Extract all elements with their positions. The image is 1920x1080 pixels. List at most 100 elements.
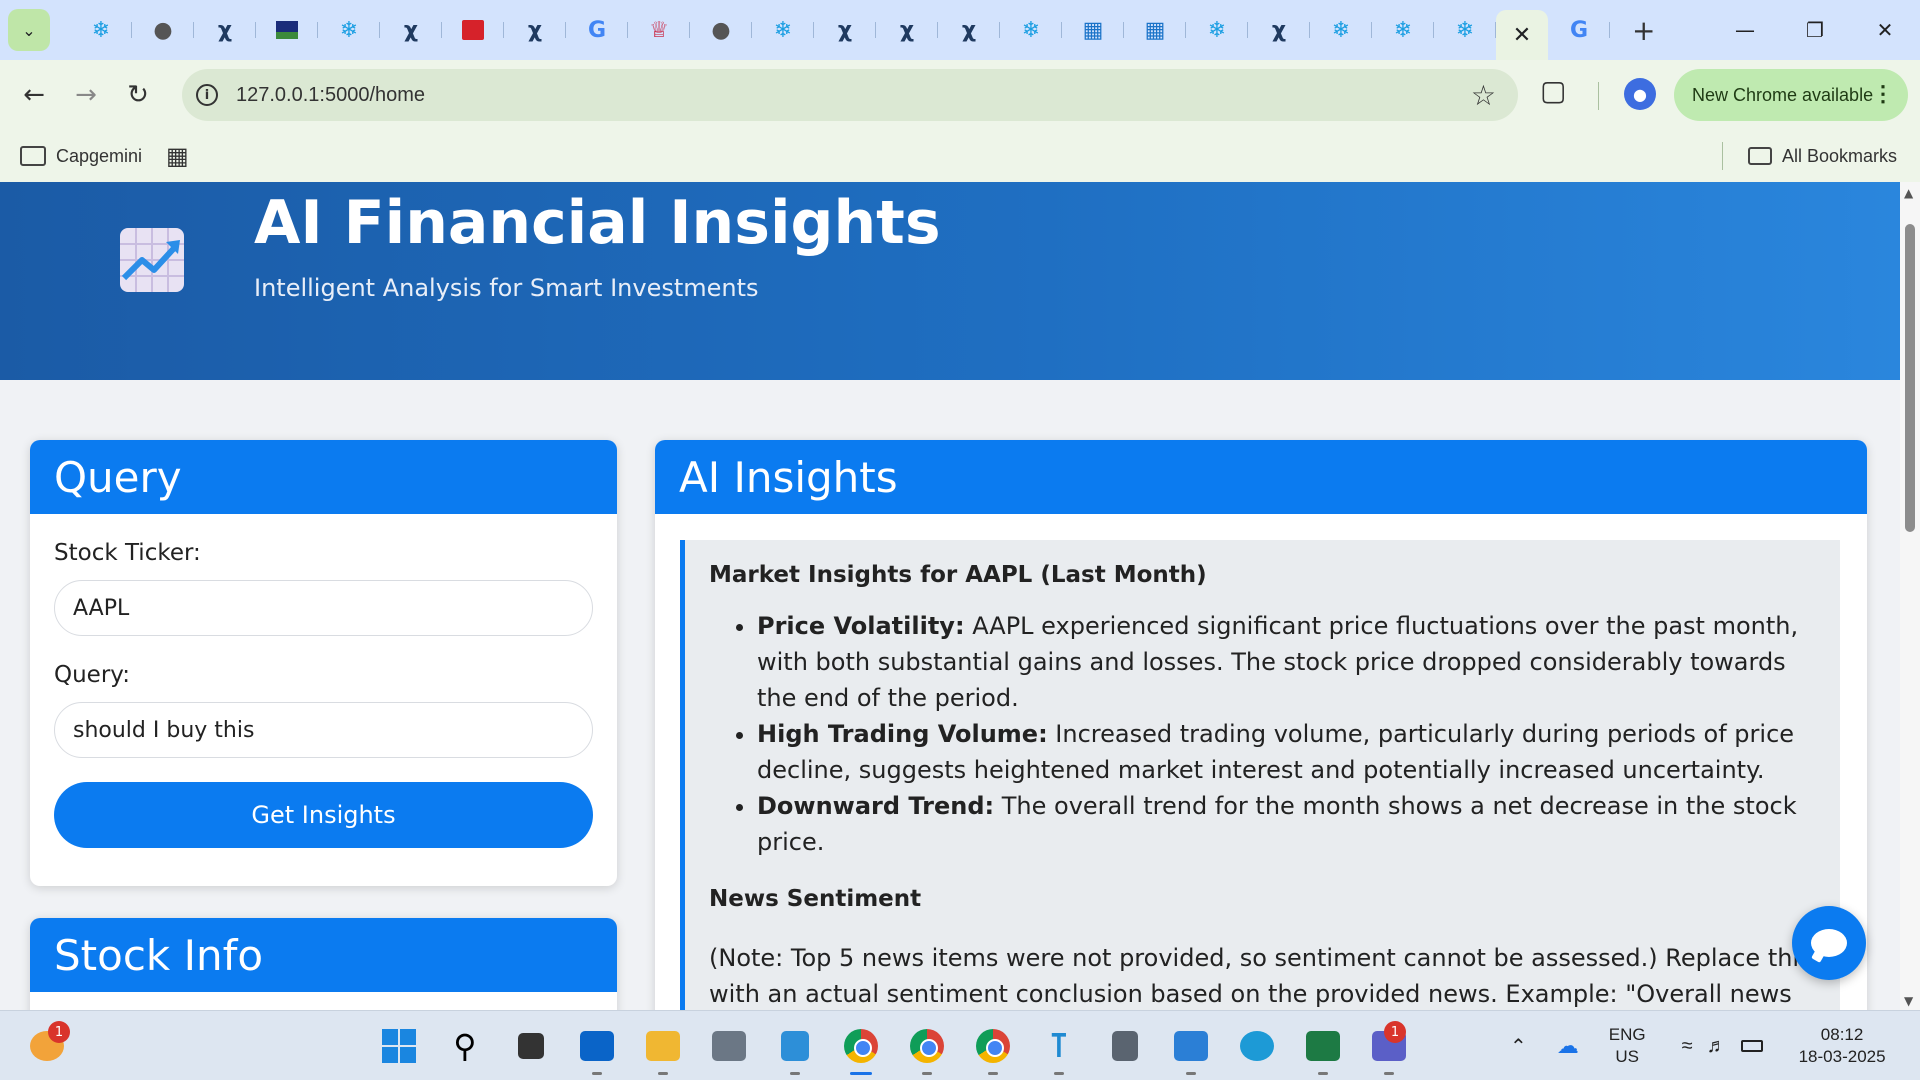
start-button[interactable] [366, 1011, 432, 1080]
bookmark-folder-capgemini[interactable]: Capgemini [20, 146, 142, 167]
tab-search-button[interactable]: ⌄ [8, 9, 50, 51]
tab-snowflake[interactable]: ❄ [1000, 9, 1062, 51]
address-bar[interactable]: i 127.0.0.1:5000/home ☆ [182, 69, 1518, 121]
chevron-up-icon[interactable]: ⌃ [1510, 1034, 1527, 1059]
taskbar-chrome[interactable] [828, 1011, 894, 1080]
taskbar-file-explorer[interactable] [630, 1011, 696, 1080]
site-info-icon[interactable]: i [196, 84, 218, 106]
tab-snowflake[interactable]: ❄ [1186, 9, 1248, 51]
taskbar-chrome-profile[interactable] [894, 1011, 960, 1080]
tab-stick-figure[interactable]: χ [1248, 9, 1310, 51]
minimize-button[interactable]: — [1710, 0, 1780, 60]
onedrive-cloud-icon[interactable]: ☁ [1557, 1033, 1579, 1059]
new-tab-button[interactable]: + [1632, 14, 1655, 47]
chat-button[interactable] [1792, 906, 1866, 980]
tab-stick-figure[interactable]: χ [380, 9, 442, 51]
reload-button[interactable]: ↻ [112, 69, 164, 121]
tab-snowflake[interactable]: ❄ [70, 9, 132, 51]
tab-google[interactable]: G [1548, 9, 1610, 51]
taskbar-excel[interactable] [1290, 1011, 1356, 1080]
tab-snowflake[interactable]: ❄ [752, 9, 814, 51]
close-icon[interactable]: ✕ [1513, 23, 1531, 48]
language-code: ENG [1608, 1025, 1646, 1044]
tab-stick-figure[interactable]: χ [876, 9, 938, 51]
tab-globe[interactable]: ● [690, 9, 752, 51]
ai-insights-card: AI Insights Market Insights for AAPL (La… [655, 440, 1867, 1010]
chrome-update-button[interactable]: New Chrome available ⋮ [1674, 69, 1908, 121]
volume-icon[interactable]: ♬ [1707, 1035, 1727, 1058]
stock-info-card: Stock Info [30, 918, 617, 1010]
tab-mail[interactable] [442, 9, 504, 51]
weather-badge: 1 [48, 1021, 70, 1043]
taskbar-calculator[interactable] [1092, 1011, 1158, 1080]
restore-button[interactable]: ❐ [1780, 0, 1850, 60]
task-view-button[interactable] [498, 1011, 564, 1080]
apps-grid-icon[interactable]: ▦ [166, 142, 189, 170]
taskbar-photos[interactable] [1158, 1011, 1224, 1080]
taskbar-outlook[interactable] [564, 1011, 630, 1080]
taskbar-edge[interactable] [1224, 1011, 1290, 1080]
flag-icon [276, 21, 298, 39]
profile-avatar[interactable]: ● [1624, 78, 1656, 110]
extensions-puzzle-icon[interactable]: ▢ [1540, 74, 1566, 107]
tab-active-close[interactable]: ✕ [1496, 10, 1548, 60]
taskbar-notepad[interactable] [762, 1011, 828, 1080]
scroll-up-arrow-icon[interactable]: ▲ [1904, 186, 1913, 200]
back-button[interactable]: ← [8, 69, 60, 121]
news-sentiment-heading: News Sentiment [709, 886, 922, 912]
tab-snowflake[interactable]: ❄ [1310, 9, 1372, 51]
tab-stick-figure[interactable]: χ [938, 9, 1000, 51]
mail-icon [462, 20, 484, 40]
insight-point-label: High Trading Volume: [757, 720, 1048, 748]
taskbar-vscode[interactable]: ⊺ [1026, 1011, 1092, 1080]
tab-crown[interactable]: ♕ [628, 9, 690, 51]
scroll-down-arrow-icon[interactable]: ▼ [1904, 994, 1913, 1008]
forward-button[interactable]: → [60, 69, 112, 121]
bookmarks-divider [1722, 142, 1723, 170]
tab-globe[interactable]: ● [132, 9, 194, 51]
taskbar-camera[interactable] [696, 1011, 762, 1080]
query-card: Query Stock Ticker: AAPL Query: should I… [30, 440, 617, 886]
query-form: Stock Ticker: AAPL Query: should I buy t… [30, 540, 617, 848]
tab-stick-figure[interactable]: χ [814, 9, 876, 51]
bookmark-star-icon[interactable]: ☆ [1471, 79, 1496, 112]
language-indicator[interactable]: ENG US [1609, 1024, 1646, 1068]
all-bookmarks-button[interactable]: All Bookmarks [1748, 130, 1897, 182]
notepad-icon [781, 1031, 809, 1061]
clock[interactable]: 08:12 18-03-2025 [1799, 1024, 1886, 1068]
taskbar-chrome-profile[interactable] [960, 1011, 1026, 1080]
kebab-menu-icon[interactable]: ⋮ [1872, 81, 1894, 107]
tab-snowflake[interactable]: ❄ [318, 9, 380, 51]
query-input[interactable]: should I buy this [54, 702, 593, 758]
running-indicator [1384, 1072, 1394, 1075]
battery-icon[interactable] [1740, 1040, 1763, 1052]
chevron-down-icon: ⌄ [22, 20, 36, 40]
hero-banner: AI Financial Insights Intelligent Analys… [0, 182, 1900, 380]
tab-snowflake[interactable]: ❄ [1434, 9, 1496, 51]
get-insights-button[interactable]: Get Insights [54, 782, 593, 848]
stock-info-card-title: Stock Info [30, 918, 617, 992]
running-indicator [988, 1072, 998, 1075]
query-label: Query: [54, 662, 130, 688]
windows-logo-icon [382, 1029, 416, 1063]
folder-icon [646, 1031, 680, 1061]
close-window-button[interactable]: ✕ [1850, 0, 1920, 60]
tab-snowflake[interactable]: ❄ [1372, 9, 1434, 51]
tab-azure[interactable]: ▦ [1124, 9, 1186, 51]
ticker-label: Stock Ticker: [54, 540, 201, 566]
tab-stick-figure[interactable]: χ [504, 9, 566, 51]
tab-google[interactable]: G [566, 9, 628, 51]
ticker-input[interactable]: AAPL [54, 580, 593, 636]
insight-panel: Market Insights for AAPL (Last Month) Pr… [680, 540, 1840, 1010]
tab-azure[interactable]: ▦ [1062, 9, 1124, 51]
search-button[interactable]: ⚲ [432, 1011, 498, 1080]
wifi-icon[interactable]: ≈ [1682, 1035, 1693, 1058]
page-scrollbar[interactable]: ▲ ▼ [1900, 182, 1920, 1010]
tab-flag[interactable] [256, 9, 318, 51]
clock-time: 08:12 [1820, 1025, 1864, 1044]
url-text[interactable]: 127.0.0.1:5000/home [236, 84, 425, 107]
scrollbar-thumb[interactable] [1905, 224, 1915, 532]
all-bookmarks-label: All Bookmarks [1782, 145, 1898, 166]
tab-list: ❄ ● χ ❄ χ χ G ♕ ● ❄ χ χ χ ❄ ▦ ▦ ❄ χ ❄ ❄ … [70, 0, 1610, 60]
tab-stick-figure[interactable]: χ [194, 9, 256, 51]
